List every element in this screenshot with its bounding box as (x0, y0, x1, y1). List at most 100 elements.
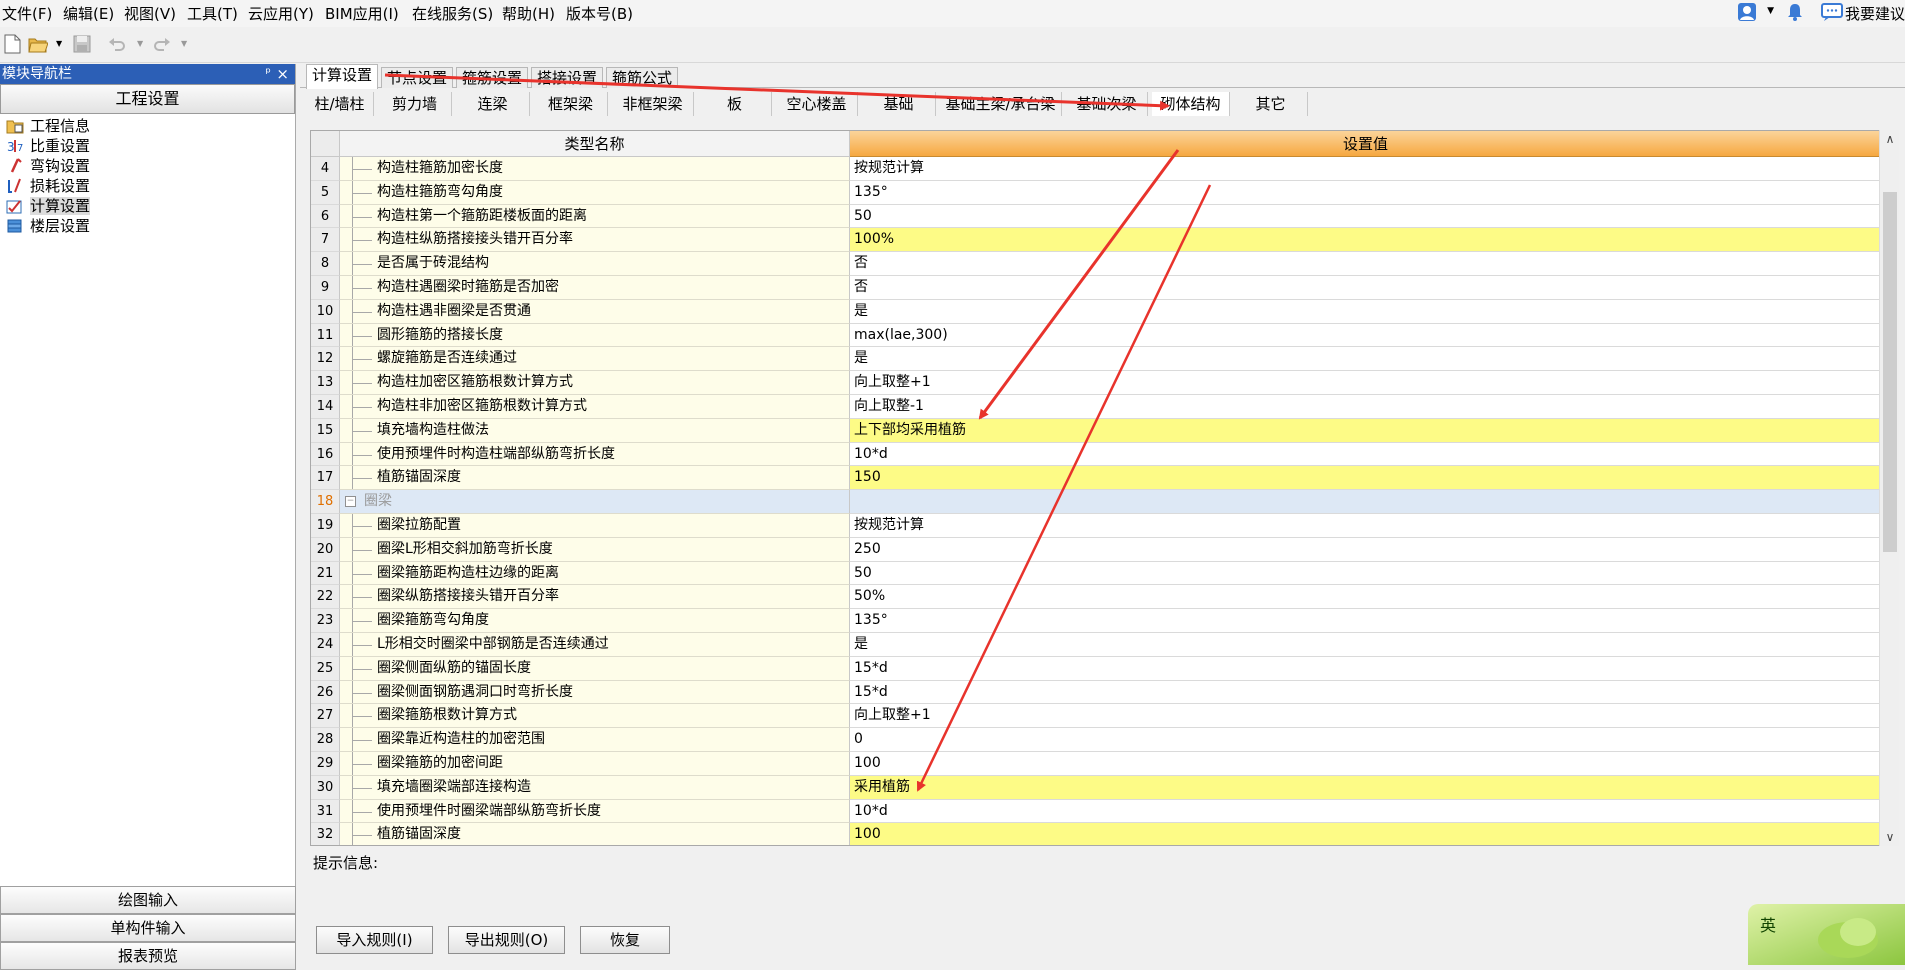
table-row[interactable]: 4 构造柱箍筋加密长度 按规范计算 (311, 157, 1879, 181)
table-row[interactable]: 6 构造柱第一个箍筋距楼板面的距离 50 (311, 204, 1879, 229)
tab-stirrup-formula[interactable]: 箍筋公式 (606, 67, 679, 88)
menu-view[interactable]: 视图(V) (124, 3, 176, 24)
row-value-cell[interactable]: 按规范计算 (850, 513, 1879, 538)
table-row[interactable]: 23 圈梁箍筋弯勾角度 135° (311, 609, 1879, 633)
row-value-cell[interactable]: 15*d (850, 680, 1879, 705)
table-row[interactable]: 12 螺旋箍筋是否连续通过 是 (311, 347, 1879, 372)
user-icon[interactable] (1737, 2, 1757, 22)
table-row[interactable]: 17 植筋锚固深度 150 (311, 466, 1879, 491)
nav-item-project-info[interactable]: 工程信息 (0, 116, 295, 136)
row-value-cell[interactable]: 250 (850, 537, 1879, 562)
new-file-icon[interactable] (2, 34, 22, 54)
row-value-cell[interactable]: 10*d (850, 442, 1879, 467)
row-value-cell[interactable]: 150 (850, 466, 1879, 491)
row-value-cell[interactable]: 100 (850, 823, 1879, 845)
row-value-cell[interactable]: 100 (850, 751, 1879, 776)
subtab-foundation[interactable]: 基础 (862, 92, 936, 116)
table-row[interactable]: 20 圈梁L形相交斜加筋弯折长度 250 (311, 537, 1879, 562)
tab-lap-settings[interactable]: 搭接设置 (531, 67, 604, 88)
table-row[interactable]: 27 圈梁箍筋根数计算方式 向上取整+1 (311, 704, 1879, 729)
subtab-foundation-main-beam[interactable]: 基础主梁/承台梁 (940, 92, 1062, 116)
row-value-cell[interactable]: 向上取整+1 (850, 371, 1879, 395)
row-value-cell[interactable]: 采用植筋 (850, 775, 1879, 800)
row-value-cell[interactable]: 是 (850, 632, 1879, 657)
menu-edit[interactable]: 编辑(E) (63, 3, 114, 24)
scroll-down-icon[interactable]: ∨ (1880, 828, 1900, 846)
table-row[interactable]: 7 构造柱纵筋搭接接头错开百分率 100% (311, 228, 1879, 253)
collapse-icon[interactable]: − (345, 496, 356, 508)
save-icon[interactable] (72, 34, 92, 54)
row-value-cell[interactable]: 是 (850, 347, 1879, 372)
table-row[interactable]: 26 圈梁侧面钢筋遇洞口时弯折长度 15*d (311, 680, 1879, 705)
table-row[interactable]: 9 构造柱遇圈梁时箍筋是否加密 否 (311, 275, 1879, 300)
restore-button[interactable]: 恢复 (580, 926, 670, 954)
row-value-cell[interactable]: 15*d (850, 656, 1879, 681)
menu-cloud[interactable]: 云应用(Y) (248, 3, 314, 24)
suggest-icon[interactable] (1821, 3, 1843, 21)
scroll-up-icon[interactable]: ∧ (1880, 130, 1900, 148)
table-row[interactable]: 5 构造柱箍筋弯勾角度 135° (311, 180, 1879, 205)
table-row[interactable]: 31 使用预埋件时圈梁端部纵筋弯折长度 10*d (311, 799, 1879, 824)
scroll-thumb[interactable] (1883, 192, 1897, 552)
row-value-cell[interactable]: max(lae,300) (850, 323, 1879, 348)
table-row[interactable]: 11 圆形箍筋的搭接长度 max(lae,300) (311, 323, 1879, 348)
row-value-cell[interactable]: 50% (850, 585, 1879, 610)
subtab-frame-beam[interactable]: 框架梁 (534, 92, 608, 116)
open-dropdown-icon[interactable]: ▼ (56, 39, 62, 48)
close-icon[interactable]: × (276, 64, 289, 84)
row-value-cell[interactable]: 50 (850, 561, 1879, 586)
menu-help[interactable]: 帮助(H) (502, 3, 555, 24)
pin-icon[interactable]: ᵖ (265, 64, 271, 84)
notification-icon[interactable] (1785, 2, 1805, 22)
drawing-input-button[interactable]: 绘图输入 (0, 886, 296, 914)
nav-item-calc-settings[interactable]: 计算设置 (0, 196, 295, 216)
menu-tools[interactable]: 工具(T) (187, 3, 238, 24)
vertical-scrollbar[interactable]: ∧ ∨ (1879, 130, 1899, 846)
subtab-column[interactable]: 柱/墙柱 (306, 92, 374, 116)
row-value-cell[interactable]: 10*d (850, 799, 1879, 824)
table-row[interactable]: 22 圈梁纵筋搭接接头错开百分率 50% (311, 585, 1879, 610)
menu-online-service[interactable]: 在线服务(S) (412, 3, 493, 24)
subtab-shear-wall[interactable]: 剪力墙 (378, 92, 452, 116)
subtab-coupling-beam[interactable]: 连梁 (456, 92, 530, 116)
nav-item-ratio[interactable]: 37 比重设置 (0, 136, 295, 156)
import-rules-button[interactable]: 导入规则(I) (316, 926, 433, 954)
table-row[interactable]: 29 圈梁箍筋的加密间距 100 (311, 751, 1879, 776)
subtab-slab[interactable]: 板 (698, 92, 772, 116)
group-row[interactable]: 18− 圈梁 (311, 490, 1879, 514)
row-value-cell[interactable]: 50 (850, 204, 1879, 229)
report-preview-button[interactable]: 报表预览 (0, 942, 296, 970)
nav-item-loss[interactable]: 损耗设置 (0, 176, 295, 196)
row-value-cell[interactable]: 否 (850, 252, 1879, 276)
row-value-cell[interactable]: 100% (850, 228, 1879, 253)
nav-item-floors[interactable]: 楼层设置 (0, 216, 295, 236)
nav-section-project-settings[interactable]: 工程设置 (0, 84, 295, 114)
export-rules-button[interactable]: 导出规则(O) (448, 926, 565, 954)
row-value-cell[interactable]: 135° (850, 180, 1879, 205)
nav-item-hook[interactable]: 弯钩设置 (0, 156, 295, 176)
row-value-cell[interactable] (850, 490, 1879, 514)
tab-node-settings[interactable]: 节点设置 (381, 67, 454, 88)
undo-dropdown-icon[interactable]: ▼ (137, 39, 143, 48)
user-dropdown-icon[interactable]: ▼ (1767, 6, 1774, 16)
subtab-masonry[interactable]: 砌体结构 (1152, 92, 1230, 116)
table-row[interactable]: 19 圈梁拉筋配置 按规范计算 (311, 513, 1879, 538)
redo-icon[interactable] (152, 34, 172, 54)
table-row[interactable]: 10 构造柱遇非圈梁是否贯通 是 (311, 299, 1879, 324)
table-row[interactable]: 21 圈梁箍筋距构造柱边缘的距离 50 (311, 561, 1879, 586)
subtab-hollow-floor[interactable]: 空心楼盖 (776, 92, 858, 116)
single-member-input-button[interactable]: 单构件输入 (0, 914, 296, 942)
subtab-other[interactable]: 其它 (1234, 92, 1308, 116)
row-value-cell[interactable]: 按规范计算 (850, 157, 1879, 181)
row-value-cell[interactable]: 否 (850, 275, 1879, 300)
table-row[interactable]: 32 植筋锚固深度 100 (311, 823, 1879, 845)
suggest-link[interactable]: 我要建议 (1845, 3, 1905, 24)
table-row[interactable]: 24 L形相交时圈梁中部钢筋是否连续通过 是 (311, 632, 1879, 657)
table-row[interactable]: 8 是否属于砖混结构 否 (311, 252, 1879, 276)
menu-file[interactable]: 文件(F) (2, 3, 52, 24)
subtab-foundation-secondary-beam[interactable]: 基础次梁 (1066, 92, 1148, 116)
table-row[interactable]: 13 构造柱加密区箍筋根数计算方式 向上取整+1 (311, 371, 1879, 395)
table-row[interactable]: 30 填充墙圈梁端部连接构造 采用植筋 (311, 775, 1879, 800)
subtab-nonframe-beam[interactable]: 非框架梁 (612, 92, 694, 116)
table-row[interactable]: 25 圈梁侧面纵筋的锚固长度 15*d (311, 656, 1879, 681)
